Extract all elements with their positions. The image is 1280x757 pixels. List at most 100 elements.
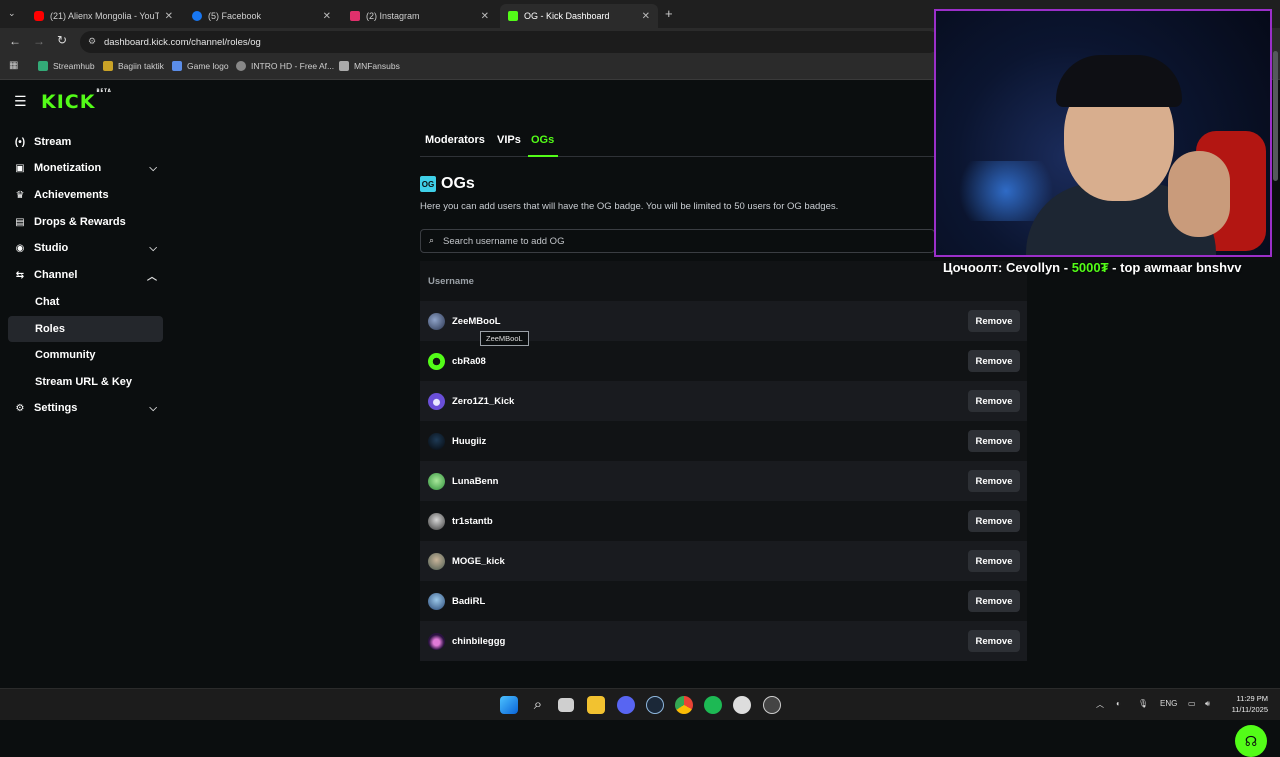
username[interactable]: ZeeMBooL [452,316,501,327]
streamer-hand [1168,151,1230,237]
gift-icon: ▤ [15,216,25,228]
table-row: Zero1Z1_Kick Remove [420,381,1027,421]
remove-button[interactable]: Remove [968,630,1020,652]
bookmark-intro-hd[interactable]: INTRO HD - Free Af... [236,61,334,71]
sidebar-item-chat[interactable]: Chat [8,289,163,315]
file-explorer-icon[interactable] [587,696,605,714]
avatar [428,632,445,650]
spotify-icon[interactable] [704,696,722,714]
remove-button[interactable]: Remove [968,390,1020,412]
time: 11:29 PM [1236,694,1268,703]
volume-icon[interactable]: 🔊︎ [1205,699,1210,709]
sidebar-item-roles[interactable]: Roles [8,316,163,342]
tab-divider [420,156,935,157]
avatar [428,552,445,570]
username[interactable]: MOGE_kick [452,556,505,567]
username[interactable]: LunaBenn [452,476,498,487]
username[interactable]: Zero1Z1_Kick [452,396,514,407]
steam-tray-icon[interactable]: ◐ [1116,699,1121,708]
new-tab-icon[interactable]: + [665,6,673,21]
remove-button[interactable]: Remove [968,590,1020,612]
remove-button[interactable]: Remove [968,350,1020,372]
close-tab-icon[interactable]: ✕ [481,11,489,22]
microphone-icon[interactable]: 🎙︎ [1138,699,1148,708]
sidebar-item-monetization[interactable]: ▣ Monetization ⌵ [8,155,163,181]
sidebar-item-community[interactable]: Community [8,342,163,368]
site-info-icon[interactable]: ⚙ [88,36,96,47]
username-tooltip: ZeeMBooL [480,331,529,346]
sidebar-item-drops-rewards[interactable]: ▤ Drops & Rewards [8,209,163,235]
youtube-icon [34,11,44,21]
bookmark-streamhub[interactable]: Streamhub [38,61,95,71]
donation-amount: 5000₮ [1071,260,1109,275]
address-bar[interactable]: ⚙ dashboard.kick.com/channel/roles/og [80,31,940,53]
sidebar-item-stream[interactable]: (•) Stream [8,129,163,155]
remove-button[interactable]: Remove [968,550,1020,572]
tab-instagram[interactable]: (2) Instagram ✕ [342,4,497,28]
table-row: LunaBenn Remove [420,461,1027,501]
sidebar-item-achievements[interactable]: ♛ Achievements [8,182,163,208]
gear-icon: ⚙ [15,402,25,414]
kick-logo[interactable]: KICKBETA [41,88,112,113]
sidebar-item-studio[interactable]: ◉ Studio ⌵ [8,235,163,261]
remove-button[interactable]: Remove [968,310,1020,332]
help-chat-button[interactable]: ☊ [1235,725,1267,757]
close-tab-icon[interactable]: ✕ [642,11,650,22]
tab-list-chevron-icon[interactable]: ⌄ [8,8,16,19]
clock[interactable]: 11:29 PM 11/11/2025 [1232,693,1268,715]
tab-vips[interactable]: VIPs [497,134,521,146]
display-icon[interactable]: ▭ [1188,699,1196,708]
search-username-input[interactable]: ⌕ Search username to add OG [420,229,935,253]
search-icon[interactable]: ⌕ [529,696,547,714]
bookmark-bagiin-taktik[interactable]: Bagiin taktik [103,61,164,71]
language-indicator[interactable]: ENG [1160,699,1177,708]
tray-overflow-icon[interactable]: ︿ [1096,699,1104,710]
discord-icon[interactable] [617,696,635,714]
tab-kick-dashboard[interactable]: OG - Kick Dashboard ✕ [500,4,658,28]
bookmark-icon [38,61,48,71]
studio-icon: ◉ [15,242,25,254]
chevron-down-icon: ⌵ [149,242,157,254]
tab-title: OG - Kick Dashboard [524,11,610,21]
headset-icon: ☊ [1244,732,1258,749]
username[interactable]: Huugiiz [452,436,486,447]
avatar [428,592,445,610]
tab-youtube[interactable]: (21) Alienx Mongolia - YouTube ✕ [26,4,181,28]
bookmark-game-logo[interactable]: Game logo [172,61,229,71]
tab-ogs[interactable]: OGs [531,134,554,146]
username[interactable]: tr1stantb [452,516,493,527]
facebook-icon [192,11,202,21]
media-player-icon[interactable] [733,696,751,714]
table-row: MOGE_kick Remove [420,541,1027,581]
apps-grid-icon[interactable]: ▦ [9,60,18,71]
username[interactable]: chinbileggg [452,636,505,647]
avatar [428,312,445,330]
task-view-icon[interactable] [558,698,574,712]
back-icon[interactable]: ← [9,34,21,48]
forward-icon[interactable]: → [33,34,45,48]
sidebar-item-stream-url-key[interactable]: Stream URL & Key [8,369,163,395]
sidebar-item-channel[interactable]: ⇆ Channel ︿ [8,262,163,288]
chrome-icon[interactable] [675,696,693,714]
obs-icon[interactable] [763,696,781,714]
tab-title: (5) Facebook [208,11,262,21]
username[interactable]: cbRa08 [452,356,486,367]
tab-moderators[interactable]: Moderators [425,134,485,146]
bookmark-mnfansubs[interactable]: MNFansubs [339,61,400,71]
remove-button[interactable]: Remove [968,470,1020,492]
search-icon: ⌕ [429,235,435,245]
remove-button[interactable]: Remove [968,510,1020,532]
steam-icon[interactable] [646,696,664,714]
sidebar-item-settings[interactable]: ⚙ Settings ⌵ [8,395,163,421]
reload-icon[interactable]: ↻ [57,33,67,47]
chevron-down-icon: ⌵ [149,402,157,414]
page-title: OGs [441,175,475,192]
close-tab-icon[interactable]: ✕ [165,11,173,22]
scrollbar[interactable] [1273,51,1278,181]
close-tab-icon[interactable]: ✕ [323,11,331,22]
menu-icon[interactable]: ☰ [14,93,27,110]
remove-button[interactable]: Remove [968,430,1020,452]
username[interactable]: BadiRL [452,596,485,607]
start-icon[interactable] [500,696,518,714]
tab-facebook[interactable]: (5) Facebook ✕ [184,4,339,28]
